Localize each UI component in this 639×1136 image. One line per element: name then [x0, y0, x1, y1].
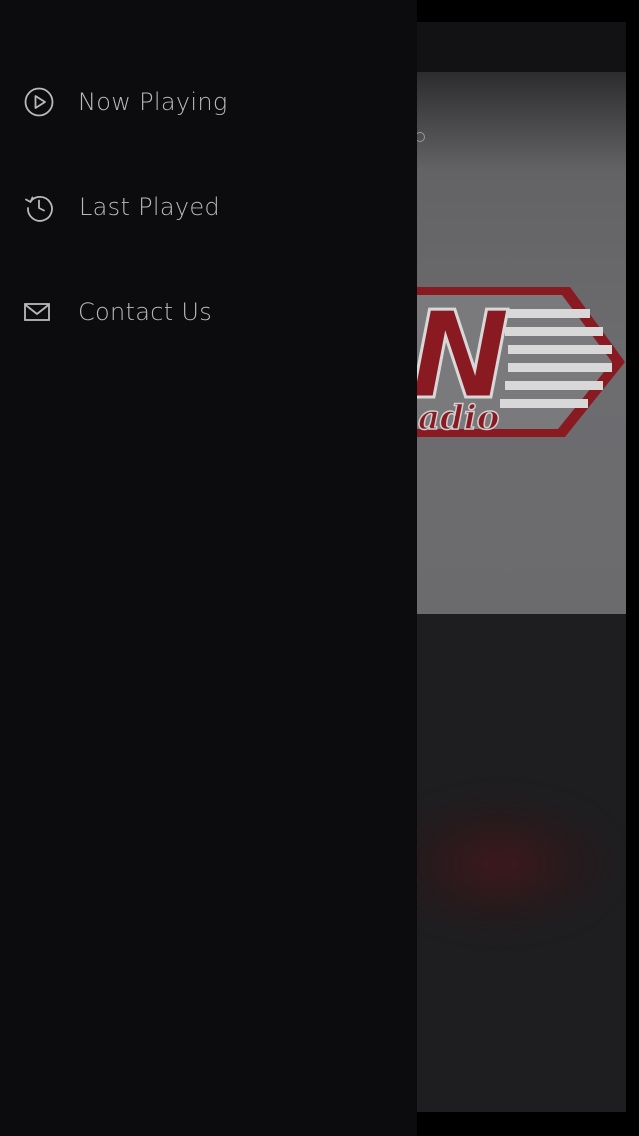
- menu-item-label: Now Playing: [78, 88, 228, 116]
- play-circle-icon: [23, 86, 55, 118]
- app-screen: N adio Now Playing Last Played Contact U…: [0, 0, 639, 1136]
- logo-subtext: adio: [418, 398, 499, 438]
- menu-item-last-played[interactable]: Last Played: [0, 167, 417, 247]
- menu-item-now-playing[interactable]: Now Playing: [0, 62, 417, 142]
- mail-icon: [21, 296, 53, 328]
- navigation-drawer: Now Playing Last Played Contact Us: [0, 0, 417, 1136]
- history-icon: [23, 191, 55, 223]
- menu-item-label: Last Played: [79, 193, 220, 221]
- menu-item-contact-us[interactable]: Contact Us: [0, 272, 417, 352]
- menu-item-label: Contact Us: [78, 298, 213, 326]
